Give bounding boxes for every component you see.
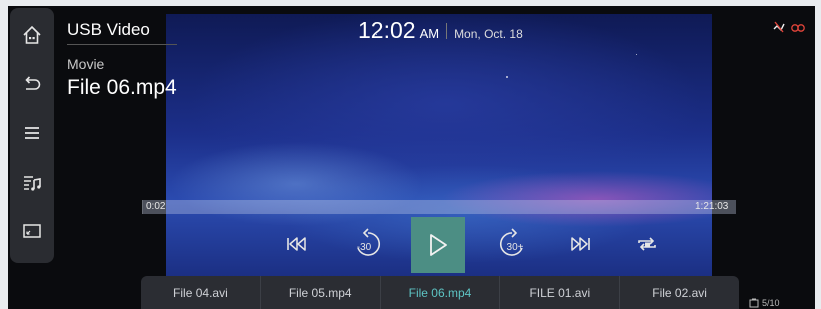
status-icons: [772, 20, 806, 34]
play-icon: [430, 234, 447, 256]
app-window: USB Video Movie File 06.mp4 12:02 AM Mon…: [8, 6, 815, 309]
playlist-item[interactable]: File 05.mp4: [261, 276, 381, 309]
playlist-button[interactable]: [14, 165, 50, 198]
rewind-30-button[interactable]: -30: [346, 226, 390, 262]
track-count: 5/10: [749, 298, 780, 308]
menu-icon: [25, 126, 39, 139]
clock-date: Mon, Oct. 18: [454, 27, 523, 41]
playlist-icon: [24, 175, 41, 191]
app-title: USB Video: [67, 20, 150, 39]
home-button[interactable]: [14, 18, 50, 51]
playlist-strip: File 04.avi File 05.mp4 File 06.mp4 FILE…: [141, 276, 739, 309]
back-icon: [25, 75, 41, 90]
file-icon: [749, 298, 759, 308]
back-button[interactable]: [14, 67, 50, 100]
rewind-label: -30: [357, 242, 372, 253]
previous-button[interactable]: [275, 226, 319, 262]
category-label: Movie: [67, 56, 105, 72]
menu-button[interactable]: [14, 116, 50, 149]
left-nav: [10, 8, 54, 263]
repeat-icon: [638, 237, 656, 251]
home-icon: [23, 25, 41, 44]
repeat-button[interactable]: [625, 226, 669, 262]
clock-time: 12:02: [358, 17, 416, 43]
previous-icon: [287, 237, 306, 251]
rewind-icon: -30: [357, 228, 380, 256]
forward-label: 30+: [507, 242, 524, 253]
play-button[interactable]: [411, 217, 465, 273]
title-divider: [67, 44, 177, 45]
audio-off-icon: [773, 21, 785, 33]
clock: 12:02 AM Mon, Oct. 18: [358, 17, 523, 44]
forward-30-button[interactable]: 30+: [490, 226, 534, 262]
now-playing-title: File 06.mp4: [67, 76, 177, 99]
track-count-label: 5/10: [762, 298, 780, 308]
clock-divider: [446, 22, 448, 39]
next-icon: [571, 237, 590, 251]
total-duration: 1:21:03: [695, 201, 729, 212]
star: [506, 76, 508, 78]
playlist-item[interactable]: File 04.avi: [141, 276, 261, 309]
playlist-item[interactable]: File 02.avi: [620, 276, 739, 309]
star: [636, 54, 637, 55]
elapsed-time: 0:02: [146, 201, 166, 212]
connected-car-icon: [791, 24, 805, 32]
progress-bar[interactable]: [142, 200, 736, 214]
forward-icon: 30+: [500, 228, 524, 256]
screen-mode-icon: [23, 223, 41, 238]
clock-ampm: AM: [419, 26, 440, 41]
playlist-item[interactable]: FILE 01.avi: [500, 276, 621, 309]
playlist-item-active[interactable]: File 06.mp4: [381, 276, 501, 309]
next-button[interactable]: [558, 226, 602, 262]
screen-mode-button[interactable]: [14, 214, 50, 247]
